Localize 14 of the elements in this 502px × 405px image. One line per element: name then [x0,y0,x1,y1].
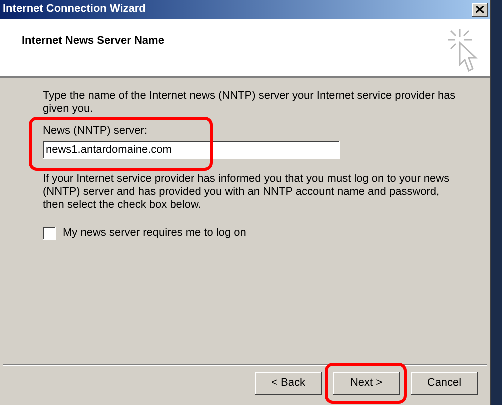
page-title: Internet News Server Name [22,34,164,49]
server-label: News (NNTP) server: [43,125,149,138]
close-icon [476,6,484,13]
logon-checkbox-label: My news server requires me to log on [63,226,246,241]
wizard-button[interactable]: Next > [333,372,400,395]
close-button[interactable] [472,2,488,16]
server-input-field[interactable]: news1.antardomaine.com [43,141,340,159]
logon-note: If your Internet service provider has informed you that you must log on to your news (NNTP) server and has provided you with an NNTP account name and password, then select the check box below. [43,173,451,212]
window-title: Internet Connection Wizard [3,2,146,18]
wizard-button[interactable]: < Back [255,372,322,395]
intro-text: Type the name of the Internet news (NNTP) server your Internet service provider has given you. [43,90,457,116]
logon-checkbox[interactable] [43,226,56,240]
cursor-sparkle-icon [446,27,480,73]
wizard-button[interactable]: Cancel [411,372,478,395]
